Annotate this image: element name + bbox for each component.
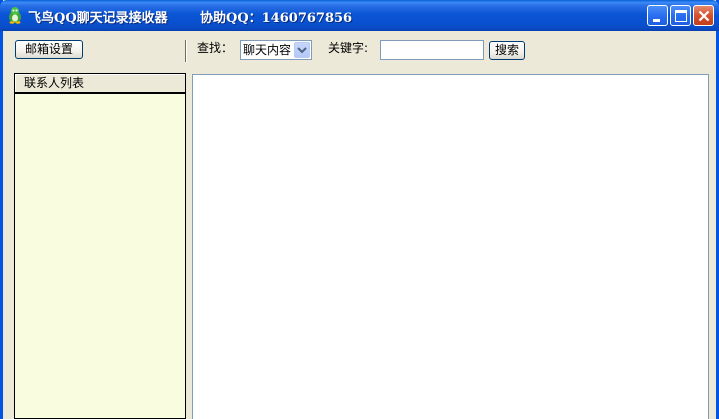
find-type-select[interactable]: 聊天内容	[240, 40, 312, 60]
title-bar[interactable]: 飞鸟QQ聊天记录接收器 协助QQ：1460767856	[0, 0, 719, 31]
minimize-button[interactable]	[647, 5, 668, 26]
search-button[interactable]: 搜索	[489, 41, 525, 60]
minimize-icon	[653, 19, 660, 22]
maximize-button[interactable]	[670, 5, 691, 26]
contact-list-header[interactable]: 联系人列表	[15, 74, 185, 94]
close-icon	[698, 10, 710, 22]
assist-qq-text: 协助QQ：1460767856	[200, 11, 353, 26]
window-title: 飞鸟QQ聊天记录接收器	[28, 11, 168, 26]
close-button[interactable]	[693, 5, 714, 26]
maximize-icon	[675, 10, 687, 22]
main-window: 飞鸟QQ聊天记录接收器 协助QQ：1460767856 邮箱设置 查找： 聊天内…	[0, 0, 719, 419]
keyword-label: 关键字:	[328, 41, 369, 55]
chat-content-area[interactable]	[192, 74, 709, 419]
email-settings-button[interactable]: 邮箱设置	[15, 40, 83, 59]
qq-penguin-icon	[6, 6, 24, 24]
contact-list-panel[interactable]: 联系人列表	[14, 73, 186, 419]
toolbar-separator	[185, 40, 187, 62]
find-type-value: 聊天内容	[243, 43, 292, 57]
chevron-down-icon[interactable]	[294, 42, 310, 58]
keyword-input[interactable]	[380, 40, 484, 60]
find-label: 查找：	[197, 41, 234, 55]
